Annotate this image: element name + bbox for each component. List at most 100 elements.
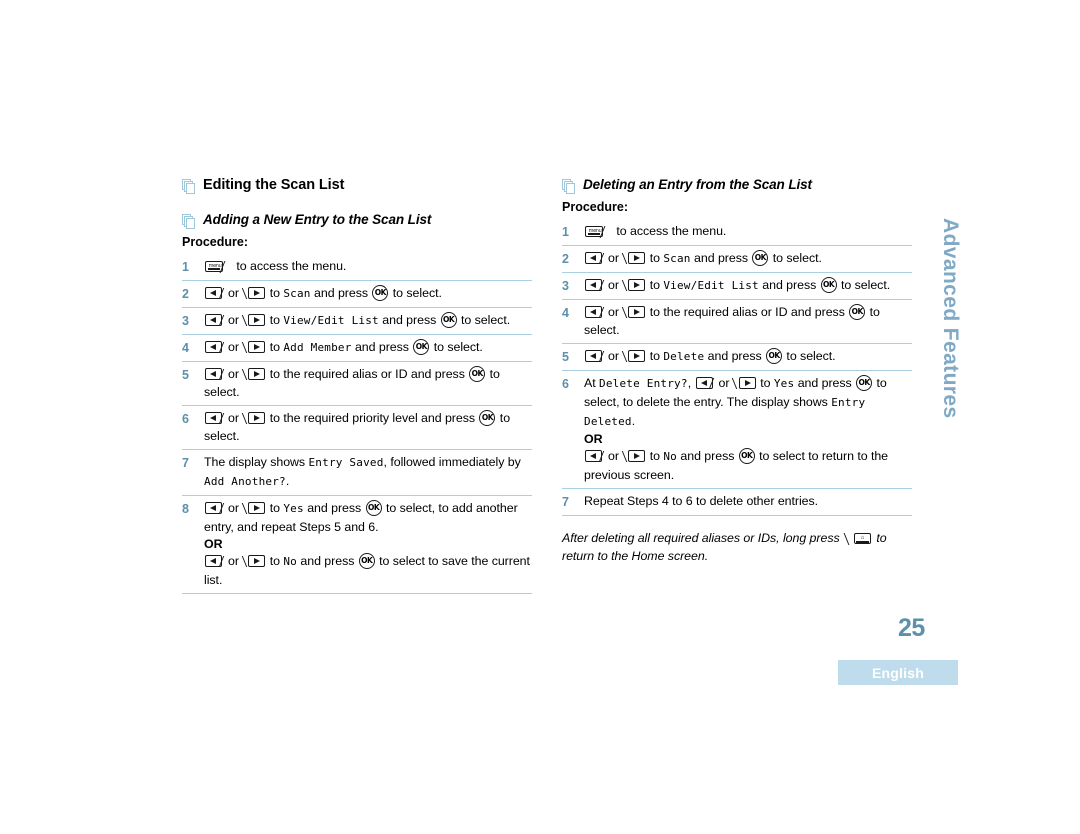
step-number: 3 (182, 314, 189, 328)
language-badge: English (838, 660, 958, 685)
step-number: 4 (562, 306, 569, 320)
right-arrow-key-icon (241, 340, 266, 355)
procedure-step: 8 or to Yes and press OK to select, to ad… (182, 495, 532, 594)
subsection-heading: Adding a New Entry to the Scan List (182, 212, 532, 229)
ok-key-icon: OK (440, 312, 457, 328)
procedure-step: 5 or to Delete and press OK to select. (562, 343, 912, 370)
display-text: Scan (663, 252, 691, 265)
pages-stack-icon (182, 214, 195, 229)
right-arrow-key-icon (732, 376, 756, 391)
ok-key-icon: OK (856, 375, 873, 391)
left-arrow-key-icon (205, 340, 232, 355)
procedure-label: Procedure: (182, 235, 248, 249)
ok-key-icon: OK (738, 448, 755, 464)
display-text: Entry Saved (308, 456, 384, 469)
left-arrow-key-icon (695, 376, 723, 391)
left-arrow-key-icon (205, 501, 232, 516)
closing-note: After deleting all required aliases or I… (562, 531, 887, 563)
procedure-step: 5 or to the required alias or ID and pres… (182, 361, 532, 405)
right-arrow-key-icon (241, 411, 266, 426)
procedure-step: 6 At Delete Entry?, or to Yes and press O… (562, 370, 912, 488)
manual-page: Editing the Scan List Adding a New Entry… (0, 0, 1080, 834)
display-text: Delete Entry? (599, 377, 688, 390)
left-arrow-key-icon (205, 367, 232, 382)
step-number: 5 (182, 368, 189, 382)
left-arrow-key-icon (205, 286, 232, 301)
step-body: At Delete Entry?, or to Yes and press OK… (584, 374, 912, 484)
right-arrow-key-icon (241, 501, 266, 516)
right-arrow-key-icon (241, 367, 266, 382)
pages-stack-icon (562, 179, 575, 194)
procedure-step: 7 Repeat Steps 4 to 6 to delete other ent… (562, 488, 912, 516)
step-body: or to Scan and press OK to select. (584, 249, 912, 268)
right-arrow-key-icon (621, 449, 646, 464)
display-text: No (663, 450, 677, 463)
ok-key-icon: OK (365, 500, 382, 516)
ok-key-icon: OK (469, 366, 486, 382)
procedure-label: Procedure: (562, 200, 628, 214)
procedure-step: 1 menu to access the menu. (562, 222, 912, 245)
display-text: Add Another? (204, 475, 286, 488)
ok-key-icon: OK (372, 285, 389, 301)
step-body: or to View/Edit List and press OK to sel… (584, 276, 912, 295)
section-heading-text: Editing the Scan List (203, 177, 345, 193)
left-column: Editing the Scan List Adding a New Entry… (182, 177, 532, 594)
ok-key-icon: OK (752, 250, 769, 266)
right-column: Deleting an Entry from the Scan List Pro… (562, 177, 912, 577)
left-arrow-key-icon (585, 305, 612, 320)
step-number: 8 (182, 502, 189, 516)
subsection-heading-text: Adding a New Entry to the Scan List (203, 212, 432, 227)
left-arrow-key-icon (585, 251, 612, 266)
display-text: View/Edit List (283, 314, 379, 327)
step-number: 2 (562, 252, 569, 266)
step-body: or to the required alias or ID and press… (204, 366, 500, 399)
subsection-heading: Deleting an Entry from the Scan List (562, 177, 912, 194)
procedure-step: 2 or to Scan and press OK to select. (562, 245, 912, 272)
step-body: The display shows Entry Saved, followed … (204, 455, 521, 488)
procedure-step: 4 or to the required alias or ID and pres… (562, 299, 912, 343)
step-number: 1 (562, 225, 569, 239)
procedure-steps-left: 1 menu to access the menu. 2 or to Scan and… (182, 257, 532, 594)
procedure-step: 1 menu to access the menu. (182, 257, 532, 280)
step-body: or to Yes and press OK to select, to add… (204, 499, 532, 589)
step-body: or to Delete and press OK to select. (584, 347, 912, 366)
procedure-steps-right: 1 menu to access the menu. 2 or to Scan and… (562, 222, 912, 516)
menu-key-icon: menu (585, 224, 614, 239)
step-body: or to View/Edit List and press OK to sel… (204, 311, 532, 330)
left-arrow-key-icon (205, 411, 232, 426)
display-text: View/Edit List (663, 279, 759, 292)
procedure-step: 4 or to Add Member and press OK to select… (182, 334, 532, 361)
step-number: 7 (562, 495, 569, 509)
procedure-step: 6 or to the required priority level and p… (182, 405, 532, 449)
right-arrow-key-icon (241, 313, 266, 328)
display-text: No (283, 555, 297, 568)
ok-key-icon: OK (849, 304, 866, 320)
display-text: Entry Deleted (584, 396, 866, 428)
step-body: or to the required alias or ID and press… (584, 304, 880, 337)
right-arrow-key-icon (241, 554, 266, 569)
step-number: 5 (562, 350, 569, 364)
display-text: Yes (283, 502, 304, 515)
section-heading: Editing the Scan List (182, 177, 532, 194)
procedure-step: 3 or to View/Edit List and press OK to se… (562, 272, 912, 299)
right-arrow-key-icon (241, 286, 266, 301)
ok-key-icon: OK (479, 410, 496, 426)
step-body: or to Add Member and press OK to select. (204, 338, 532, 357)
step-body: or to Scan and press OK to select. (204, 284, 532, 303)
step-number: 6 (562, 377, 569, 391)
display-text: Yes (773, 377, 795, 390)
or-separator: OR (204, 537, 223, 551)
display-text: Add Member (283, 341, 352, 354)
right-arrow-key-icon (621, 349, 646, 364)
ok-key-icon: OK (358, 553, 375, 569)
right-arrow-key-icon (621, 251, 646, 266)
pages-stack-icon (182, 179, 195, 194)
right-arrow-key-icon (621, 278, 646, 293)
subsection-heading-text: Deleting an Entry from the Scan List (583, 177, 812, 192)
procedure-step: 2 or to Scan and press OK to select. (182, 280, 532, 307)
ok-key-icon: OK (766, 348, 783, 364)
step-body: menu to access the menu. (204, 257, 532, 275)
ok-key-icon: OK (413, 339, 430, 355)
home-key-icon: ⌂ (843, 531, 872, 546)
step-body: or to the required priority level and pr… (204, 410, 511, 443)
